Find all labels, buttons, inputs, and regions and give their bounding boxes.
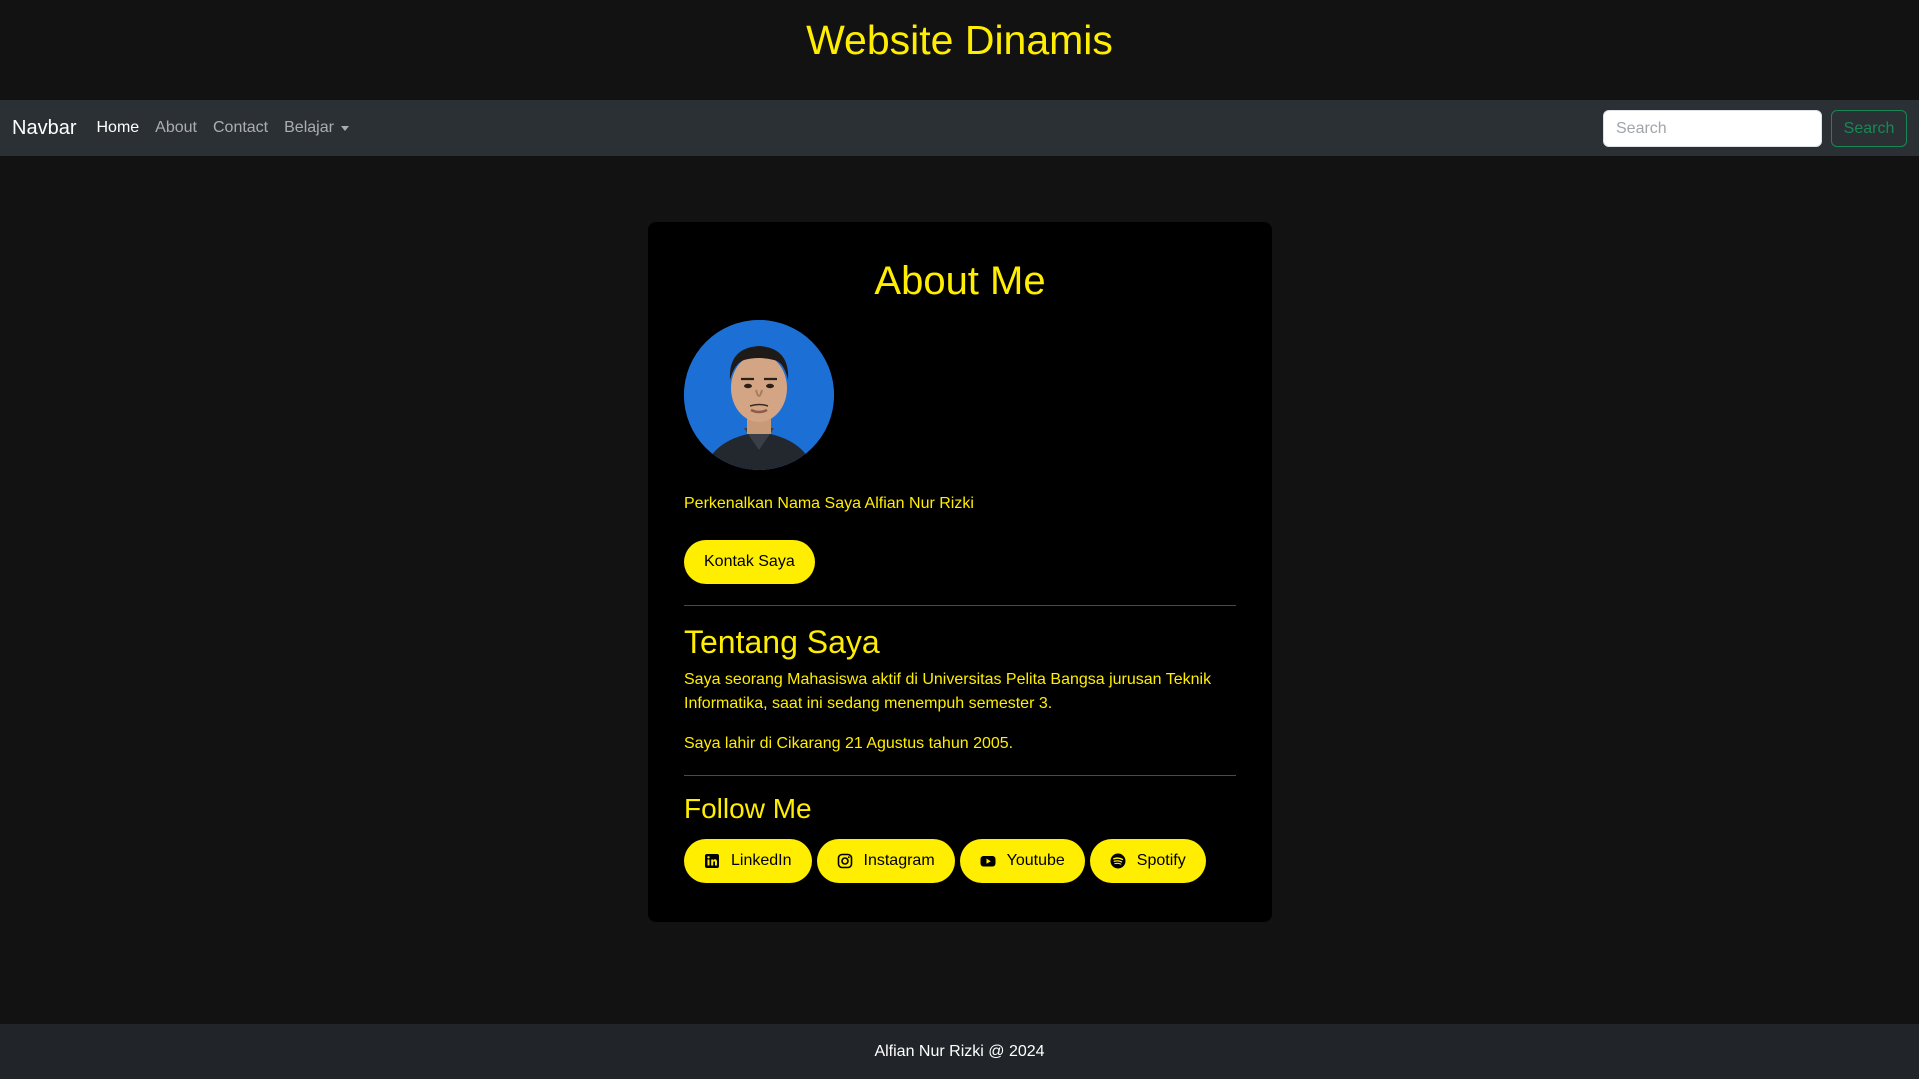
nav-link-contact[interactable]: Contact: [205, 111, 276, 145]
about-paragraph: Saya lahir di Cikarang 21 Agustus tahun …: [684, 735, 1014, 752]
spotify-button[interactable]: Spotify: [1089, 839, 1206, 883]
follow-section-title: Follow Me: [684, 793, 812, 824]
social-button-label: Youtube: [1006, 852, 1065, 869]
divider: [684, 775, 1236, 776]
instagram-icon: [837, 853, 853, 869]
nav-links: Home About Contact Belajar: [88, 111, 356, 145]
social-button-label: LinkedIn: [731, 852, 792, 869]
about-paragraph: Saya seorang Mahasiswa aktif di Universi…: [684, 671, 1212, 712]
instagram-button[interactable]: Instagram: [816, 839, 955, 883]
caret-down-icon: [340, 125, 349, 131]
social-buttons: LinkedIn Instagram Youtube Spotify: [684, 839, 1236, 883]
footer: Alfian Nur Rizki @ 2024: [0, 1024, 1919, 1079]
site-header: Website Dinamis: [0, 0, 1919, 100]
site-title: Website Dinamis: [806, 16, 1113, 63]
intro-text: Perkenalkan Nama Saya Alfian Nur Rizki: [684, 495, 974, 512]
contact-button[interactable]: Kontak Saya: [684, 540, 815, 584]
about-section-title: Tentang Saya: [684, 624, 880, 660]
nav-link-home[interactable]: Home: [88, 111, 147, 145]
footer-text: Alfian Nur Rizki @ 2024: [874, 1042, 1045, 1060]
profile-photo-icon: [684, 320, 834, 470]
nav-link-about[interactable]: About: [147, 111, 205, 145]
youtube-button[interactable]: Youtube: [959, 839, 1085, 883]
about-card: About Me Perkenalkan Nama Saya Alfian Nu…: [648, 222, 1272, 922]
linkedin-icon: [704, 853, 720, 869]
search-button[interactable]: Search: [1831, 110, 1907, 147]
divider: [684, 605, 1236, 606]
social-button-label: Spotify: [1136, 852, 1186, 869]
youtube-icon: [980, 853, 996, 869]
navbar-brand[interactable]: Navbar: [12, 117, 76, 140]
social-button-label: Instagram: [863, 852, 935, 869]
avatar: [684, 320, 834, 470]
search-form: Search: [1603, 110, 1907, 147]
navbar: Navbar Home About Contact Belajar Search: [0, 100, 1919, 156]
nav-dropdown-label: Belajar: [284, 119, 334, 136]
spotify-icon: [1110, 853, 1126, 869]
card-title: About Me: [874, 259, 1046, 303]
search-input[interactable]: [1603, 110, 1822, 147]
nav-dropdown-belajar[interactable]: Belajar: [276, 111, 357, 145]
linkedin-button[interactable]: LinkedIn: [684, 839, 812, 883]
